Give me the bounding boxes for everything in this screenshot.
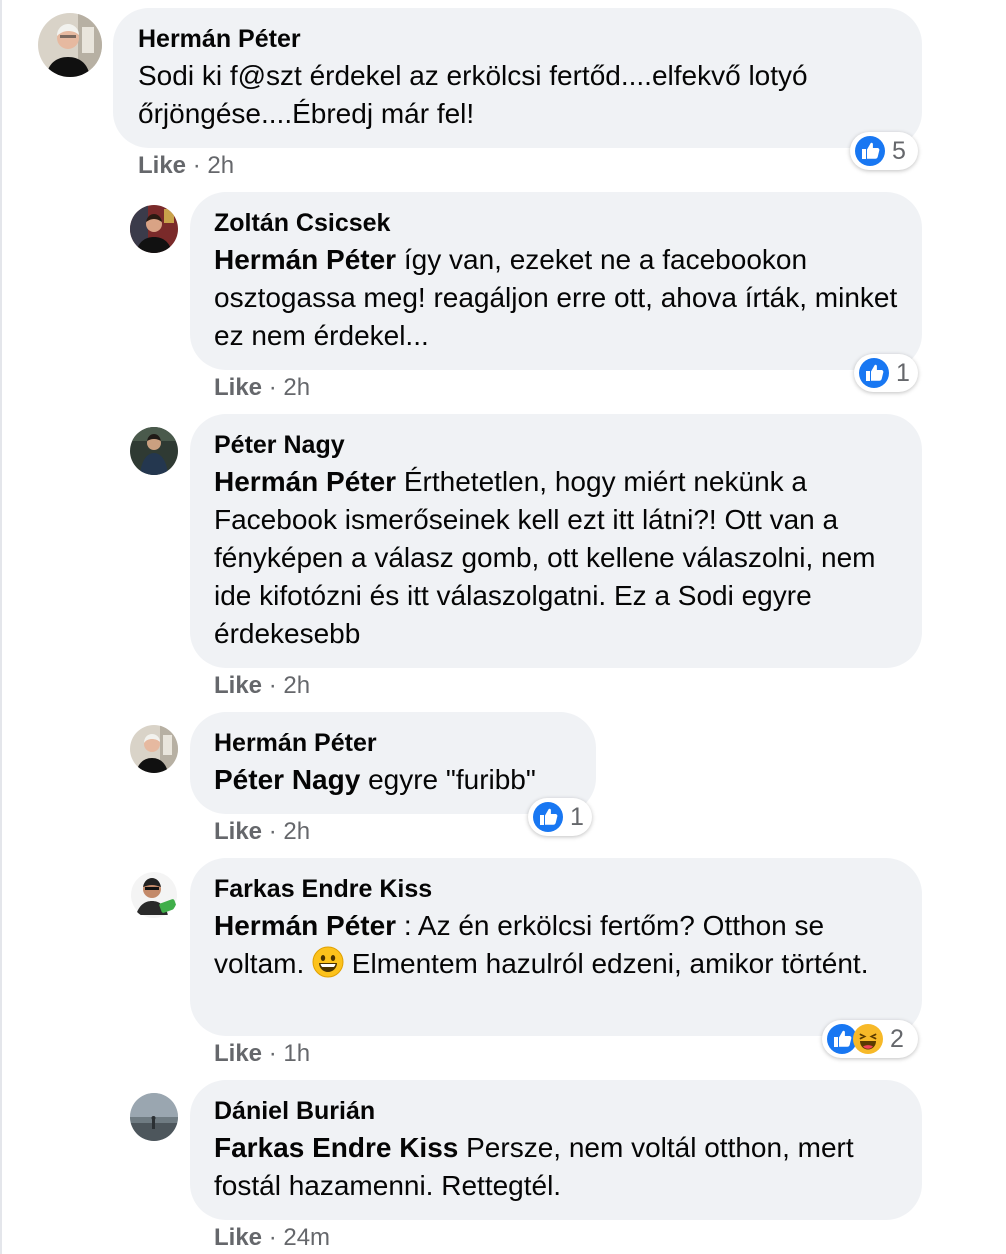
avatar[interactable] <box>130 205 178 253</box>
comment-author[interactable]: Dániel Burián <box>214 1096 375 1126</box>
like-button[interactable]: Like <box>214 672 262 699</box>
reaction-summary[interactable]: 2 <box>822 1020 918 1058</box>
comment-text: Péter Nagy egyre "furibb" <box>214 761 584 799</box>
avatar[interactable] <box>38 13 102 77</box>
comment-meta: Like · 2h <box>214 818 310 846</box>
comment-text-part2: Elmentem hazulról edzeni, amikor történt… <box>344 948 869 979</box>
timestamp[interactable]: 2h <box>207 152 234 179</box>
mention-link[interactable]: Péter Nagy <box>214 764 360 795</box>
separator: · <box>186 152 208 179</box>
separator: · <box>262 672 284 699</box>
comment-author[interactable]: Zoltán Csicsek <box>214 208 390 238</box>
comment-author[interactable]: Hermán Péter <box>214 728 377 758</box>
comment-meta: Like · 2h <box>214 374 310 402</box>
avatar[interactable] <box>130 1093 178 1141</box>
thread-rule <box>0 0 2 1254</box>
mention-link[interactable]: Farkas Endre Kiss <box>214 1132 458 1163</box>
comment-author[interactable]: Farkas Endre Kiss <box>214 874 432 904</box>
mention-link[interactable]: Hermán Péter <box>214 910 396 941</box>
reaction-count: 1 <box>896 358 910 387</box>
comment-author[interactable]: Hermán Péter <box>138 24 301 54</box>
comment-text: Hermán Péter : Az én erkölcsi fertőm? Ot… <box>214 907 904 983</box>
reaction-count: 1 <box>570 802 584 831</box>
grinning-face-emoji <box>312 946 344 978</box>
mention-link[interactable]: Hermán Péter <box>214 466 396 497</box>
avatar[interactable] <box>130 871 178 919</box>
reaction-count: 2 <box>890 1024 904 1053</box>
like-button[interactable]: Like <box>138 152 186 179</box>
separator: · <box>262 1224 284 1251</box>
mention-link[interactable]: Hermán Péter <box>214 244 396 275</box>
comment-text: Hermán Péter így van, ezeket ne a facebo… <box>214 241 904 355</box>
timestamp[interactable]: 2h <box>283 672 310 699</box>
like-button[interactable]: Like <box>214 374 262 401</box>
like-button[interactable]: Like <box>214 1224 262 1251</box>
like-thumb-icon <box>532 801 564 833</box>
timestamp[interactable]: 2h <box>283 374 310 401</box>
reaction-summary[interactable]: 1 <box>854 354 918 392</box>
like-button[interactable]: Like <box>214 1040 262 1067</box>
reaction-summary[interactable]: 5 <box>850 132 918 170</box>
comment-meta: Like · 2h <box>138 152 234 180</box>
comment-text: Hermán Péter Érthetetlen, hogy miért nek… <box>214 463 904 653</box>
comment-meta: Like · 24m <box>214 1224 330 1252</box>
comment-text-rest: egyre "furibb" <box>360 764 536 795</box>
comment-text: Sodi ki f@szt érdekel az erkölcsi fertőd… <box>138 60 808 129</box>
separator: · <box>262 374 284 401</box>
separator: · <box>262 818 284 845</box>
like-thumb-icon <box>858 357 890 389</box>
timestamp[interactable]: 1h <box>283 1040 310 1067</box>
comment-meta: Like · 2h <box>214 672 310 700</box>
timestamp[interactable]: 24m <box>283 1224 330 1251</box>
like-button[interactable]: Like <box>214 818 262 845</box>
timestamp[interactable]: 2h <box>283 818 310 845</box>
separator: · <box>262 1040 284 1067</box>
haha-laughing-icon <box>852 1023 884 1055</box>
like-thumb-icon <box>854 135 886 167</box>
comment-text: Farkas Endre Kiss Persze, nem voltál ott… <box>214 1129 904 1205</box>
comment-meta: Like · 1h <box>214 1040 310 1068</box>
comment-author[interactable]: Péter Nagy <box>214 430 345 460</box>
reaction-summary[interactable]: 1 <box>528 798 592 836</box>
avatar[interactable] <box>130 427 178 475</box>
avatar[interactable] <box>130 725 178 773</box>
reaction-count: 5 <box>892 136 906 165</box>
